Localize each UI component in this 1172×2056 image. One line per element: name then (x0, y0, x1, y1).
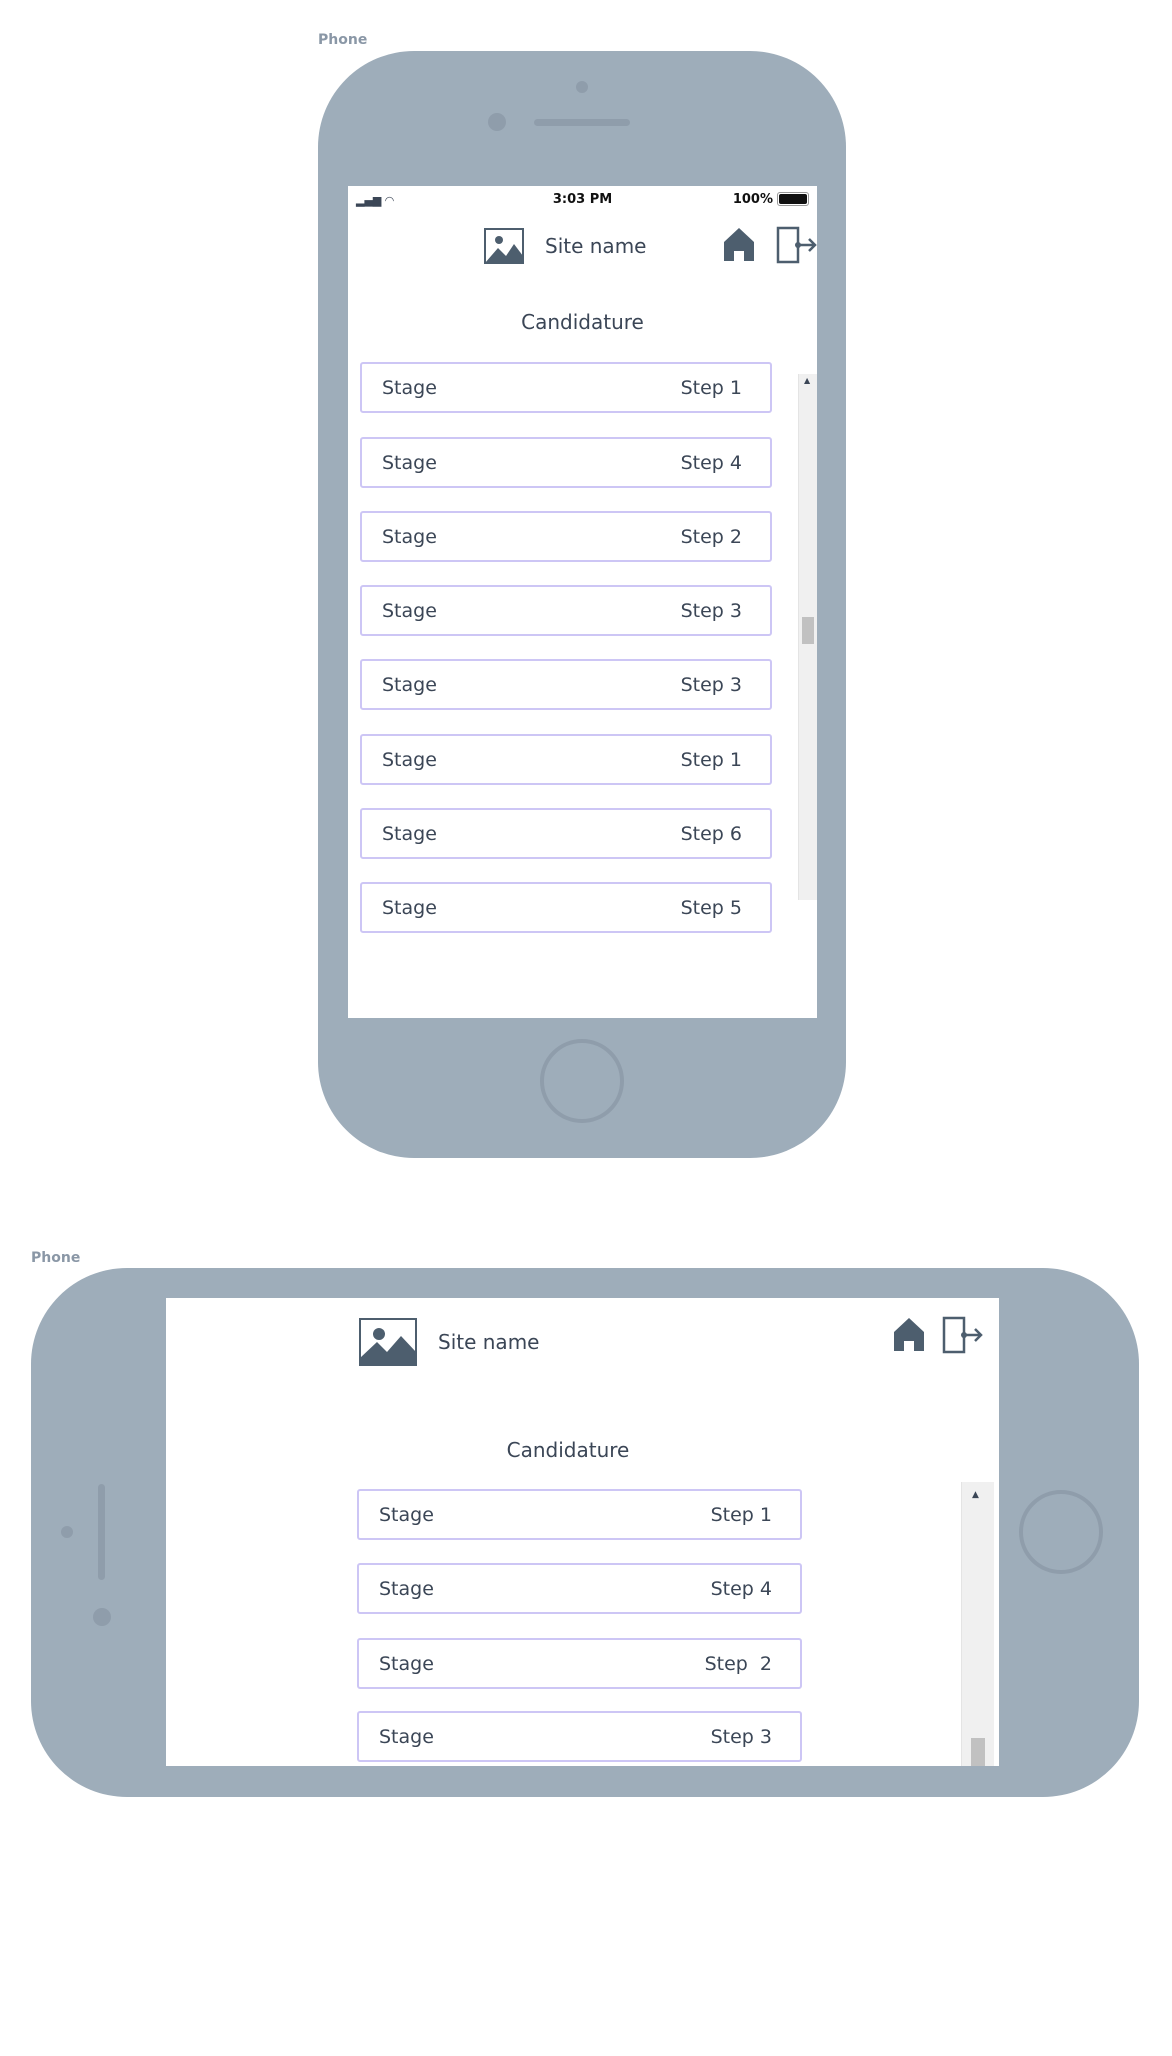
device-label: Phone (31, 1250, 81, 1266)
step-label: Step 2 (704, 1653, 772, 1675)
device-label: Phone (318, 32, 368, 48)
list-item[interactable]: Stage Step 4 (360, 437, 772, 488)
logo-image-icon (359, 1318, 417, 1366)
logout-icon[interactable] (942, 1316, 983, 1354)
step-label: Step 1 (680, 377, 742, 399)
battery-percent: 100% (732, 192, 773, 207)
stage-label: Stage (382, 749, 437, 771)
list-item[interactable]: Stage Step 2 (360, 511, 772, 562)
list-item[interactable]: Stage Step 6 (360, 808, 772, 859)
step-label: Step 2 (680, 526, 742, 548)
stage-label: Stage (382, 526, 437, 548)
speaker-icon (534, 119, 630, 126)
battery-icon (777, 192, 809, 206)
scrollbar[interactable]: ▲ (961, 1482, 994, 1766)
list-item[interactable]: Stage Step 1 (360, 734, 772, 785)
page-title: Candidature (521, 310, 644, 334)
list-item[interactable]: Stage Step 3 (360, 659, 772, 710)
step-label: Step 5 (680, 897, 742, 919)
step-label: Step 4 (710, 1578, 772, 1600)
home-icon[interactable] (722, 226, 756, 262)
step-label: Step 3 (680, 600, 742, 622)
list-item[interactable]: Stage Step 3 (357, 1711, 802, 1762)
stage-label: Stage (379, 1726, 434, 1748)
home-button[interactable] (540, 1039, 624, 1123)
camera-icon (576, 81, 588, 93)
stage-label: Stage (382, 600, 437, 622)
step-label: Step 3 (710, 1726, 772, 1748)
logo-image-icon (484, 228, 524, 264)
list-item[interactable]: Stage Step 5 (360, 882, 772, 933)
site-name: Site name (545, 234, 647, 258)
scrollbar-thumb[interactable] (802, 617, 814, 644)
camera-icon (61, 1526, 73, 1538)
step-label: Step 1 (680, 749, 742, 771)
portrait-screen: ▂▄▆ ◠ 3:03 PM 100% Site name Candidature… (348, 186, 817, 1018)
stage-label: Stage (379, 1504, 434, 1526)
page-title: Candidature (506, 1438, 630, 1462)
step-label: Step 4 (680, 452, 742, 474)
home-icon[interactable] (892, 1316, 926, 1352)
stage-label: Stage (379, 1653, 434, 1675)
list-item[interactable]: Stage Step 1 (360, 362, 772, 413)
stage-label: Stage (379, 1578, 434, 1600)
scrollbar-thumb[interactable] (971, 1738, 985, 1766)
step-label: Step 6 (680, 823, 742, 845)
step-label: Step 1 (710, 1504, 772, 1526)
speaker-icon (98, 1484, 105, 1580)
stage-label: Stage (382, 823, 437, 845)
list-item[interactable]: Stage Step 3 (360, 585, 772, 636)
list-item[interactable]: Stage Step 1 (357, 1489, 802, 1540)
scroll-up-icon[interactable]: ▲ (972, 1490, 979, 1500)
list-item[interactable]: Stage Step 2 (357, 1638, 802, 1689)
stage-label: Stage (382, 452, 437, 474)
sensor-icon (488, 113, 506, 131)
site-name: Site name (438, 1330, 540, 1354)
landscape-screen: Site name Candidature Stage Step 1 Stage St… (166, 1298, 999, 1766)
sensor-icon (93, 1608, 111, 1626)
scrollbar[interactable]: ▲ (798, 374, 817, 900)
scroll-up-icon[interactable]: ▲ (804, 376, 810, 385)
logout-icon[interactable] (776, 226, 817, 264)
stage-label: Stage (382, 897, 437, 919)
list-item[interactable]: Stage Step 4 (357, 1563, 802, 1614)
step-label: Step 3 (680, 674, 742, 696)
home-button[interactable] (1019, 1490, 1103, 1574)
stage-label: Stage (382, 674, 437, 696)
stage-label: Stage (382, 377, 437, 399)
